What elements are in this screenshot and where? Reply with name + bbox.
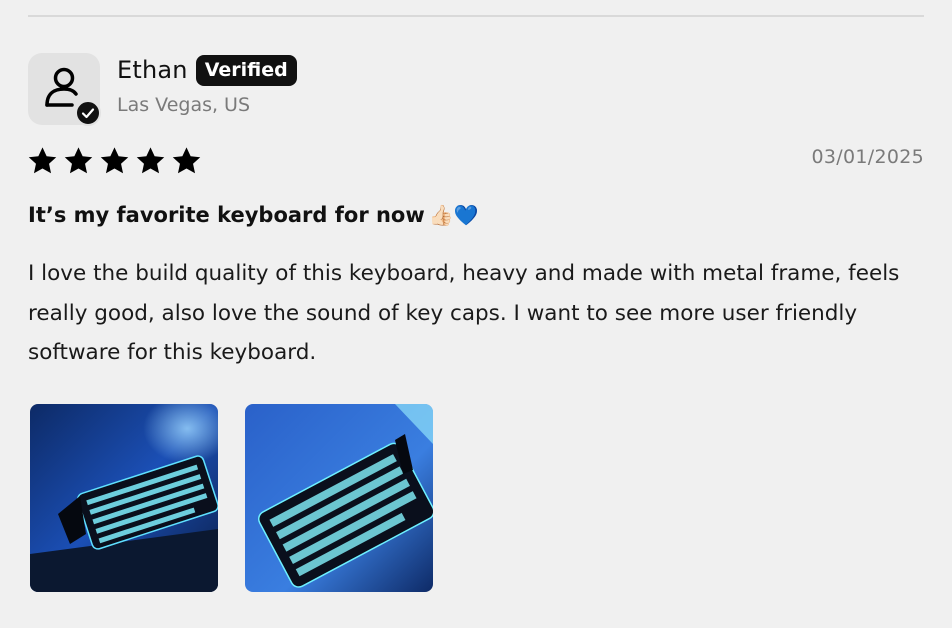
review-photo-2[interactable] (245, 404, 433, 592)
star-icon (64, 147, 93, 174)
author-location: Las Vegas, US (117, 94, 251, 116)
review-photo-1[interactable] (30, 404, 218, 592)
star-icon (28, 147, 57, 174)
star-rating (26, 145, 203, 177)
review-date: 03/01/2025 (811, 146, 924, 168)
section-divider (28, 15, 924, 17)
review-title: It’s my favorite keyboard for now 👍🏻💙 (28, 203, 479, 227)
star-icon (136, 147, 165, 174)
author-name: Ethan (117, 56, 188, 84)
check-circle-icon (75, 100, 101, 126)
star-icon (100, 147, 129, 174)
author-row: Ethan Verified (117, 54, 297, 86)
review-body: I love the build quality of this keyboar… (28, 261, 900, 365)
review-title-text: It’s my favorite keyboard for now (28, 203, 425, 227)
star-icon (172, 147, 201, 174)
review-title-emoji: 👍🏻💙 (428, 203, 479, 227)
verified-badge: Verified (195, 54, 297, 86)
